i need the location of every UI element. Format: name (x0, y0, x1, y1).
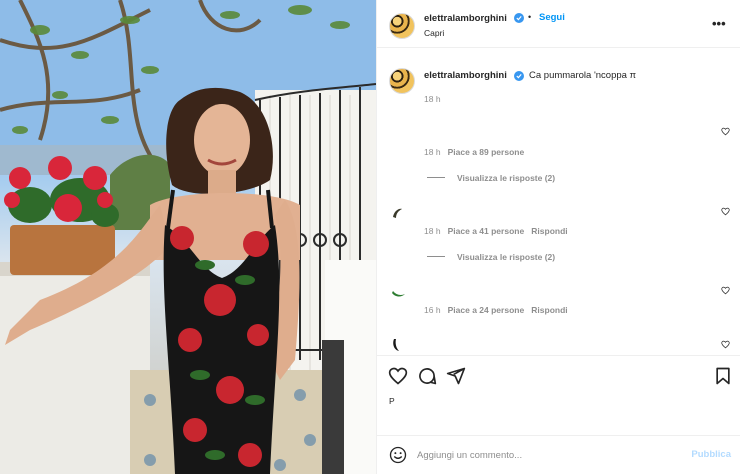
header-separator: • (528, 12, 532, 22)
commenter-avatar[interactable] (390, 336, 407, 353)
caption-username[interactable]: elettralamborghini (424, 70, 507, 81)
commenter-avatar[interactable] (390, 284, 407, 301)
comment-like-heart-icon[interactable] (721, 127, 730, 136)
comment-time: 18 h (424, 147, 441, 157)
comment-meta: 16 h Piace a 24 persone Rispondi (424, 305, 568, 315)
author-username[interactable]: elettralamborghini (424, 13, 507, 24)
comment-meta: 18 h Piace a 41 persone Rispondi (424, 226, 568, 236)
post-photo[interactable] (0, 0, 376, 474)
caption-text: Ca pummarola 'ncoppa π (529, 70, 637, 81)
comment-likes[interactable]: Piace a 24 persone (448, 305, 525, 315)
comment-input[interactable] (417, 444, 677, 466)
commenter-avatar[interactable] (390, 205, 407, 222)
view-replies-button[interactable]: Visualizza le risposte (2) (457, 252, 555, 262)
reply-button[interactable]: Rispondi (531, 226, 567, 236)
comment-likes[interactable]: Piace a 41 persone (448, 226, 525, 236)
verified-icon (514, 13, 524, 23)
post-location[interactable]: Capri (424, 28, 444, 38)
comment-like-heart-icon[interactable] (721, 207, 730, 216)
bookmark-icon[interactable] (713, 366, 733, 386)
comment-like-heart-icon[interactable] (721, 286, 730, 295)
view-replies-button[interactable]: Visualizza le risposte (2) (457, 173, 555, 183)
instagram-post: elettralamborghini • Segui Capri ••• ele… (0, 0, 740, 474)
caption-avatar[interactable] (389, 68, 415, 94)
comment-icon[interactable] (417, 366, 437, 386)
post-panel: elettralamborghini • Segui Capri ••• ele… (376, 0, 740, 474)
comment-likes[interactable]: Piace a 89 persone (448, 147, 525, 157)
emoji-icon[interactable] (389, 446, 407, 464)
verified-icon (514, 71, 524, 81)
heart-icon[interactable] (388, 366, 408, 386)
comment-time: 18 h (424, 226, 441, 236)
comment-meta: 18 h Piace a 89 persone (424, 147, 524, 157)
reply-button[interactable]: Rispondi (531, 305, 567, 315)
replies-divider (427, 177, 445, 178)
action-bar: P (377, 355, 740, 435)
more-icon[interactable]: ••• (712, 16, 726, 31)
author-avatar[interactable] (389, 13, 415, 39)
caption-time: 18 h (424, 94, 441, 104)
post-header: elettralamborghini • Segui Capri ••• (377, 0, 740, 48)
likes-count[interactable]: P (389, 396, 395, 406)
replies-divider (427, 256, 445, 257)
share-icon[interactable] (446, 366, 466, 386)
add-comment-bar: Pubblica (377, 435, 740, 474)
publish-button[interactable]: Pubblica (691, 449, 731, 460)
comment-like-heart-icon[interactable] (721, 340, 730, 349)
follow-button[interactable]: Segui (539, 12, 565, 23)
comment-time: 16 h (424, 305, 441, 315)
photo-illustration (0, 0, 376, 474)
